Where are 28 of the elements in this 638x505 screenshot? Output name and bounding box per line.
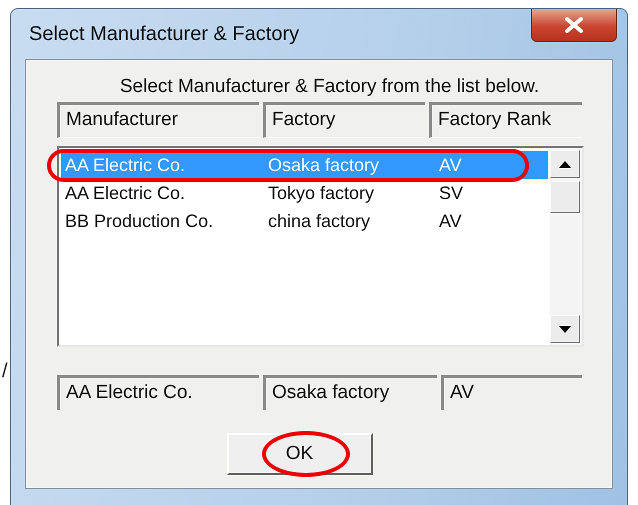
scroll-down-button[interactable]: [550, 315, 580, 343]
column-header: Manufacturer: [57, 102, 259, 138]
window-title: Select Manufacturer & Factory: [28, 22, 300, 46]
row-cell-text: AV: [439, 210, 463, 232]
list-row[interactable]: AA Electric Co. Tokyo factory SV: [61, 179, 548, 207]
selection-field: Osaka factory: [263, 375, 437, 410]
list-row[interactable]: BB Production Co. china factory AV: [61, 207, 548, 235]
slash-mark: /: [2, 360, 8, 383]
row-cell-text: Osaka factory: [268, 154, 380, 176]
row-cell-text: AA Electric Co.: [65, 182, 186, 204]
row-cell-text: AV: [439, 154, 463, 176]
row-cell-text: BB Production Co.: [65, 210, 214, 232]
instruction-text: Select Manufacturer & Factory from the list below.: [118, 76, 540, 98]
close-icon: [564, 17, 584, 33]
scroll-up-button[interactable]: [550, 150, 580, 178]
scroll-thumb[interactable]: [550, 181, 580, 213]
row-cell-text: AA Electric Co.: [65, 154, 186, 176]
column-header: Factory Rank: [429, 102, 582, 138]
row-cell-text: SV: [439, 182, 464, 204]
up-arrow-icon: [559, 160, 571, 168]
row-cell-text: china factory: [268, 210, 372, 232]
close-button[interactable]: [531, 9, 617, 42]
column-header: Factory: [263, 102, 425, 138]
selection-field: AA Electric Co.: [57, 375, 259, 410]
selection-field: AV: [441, 375, 582, 410]
row-cell-text: Tokyo factory: [268, 182, 376, 204]
ok-button[interactable]: OK: [226, 433, 372, 475]
down-arrow-icon: [559, 326, 571, 332]
